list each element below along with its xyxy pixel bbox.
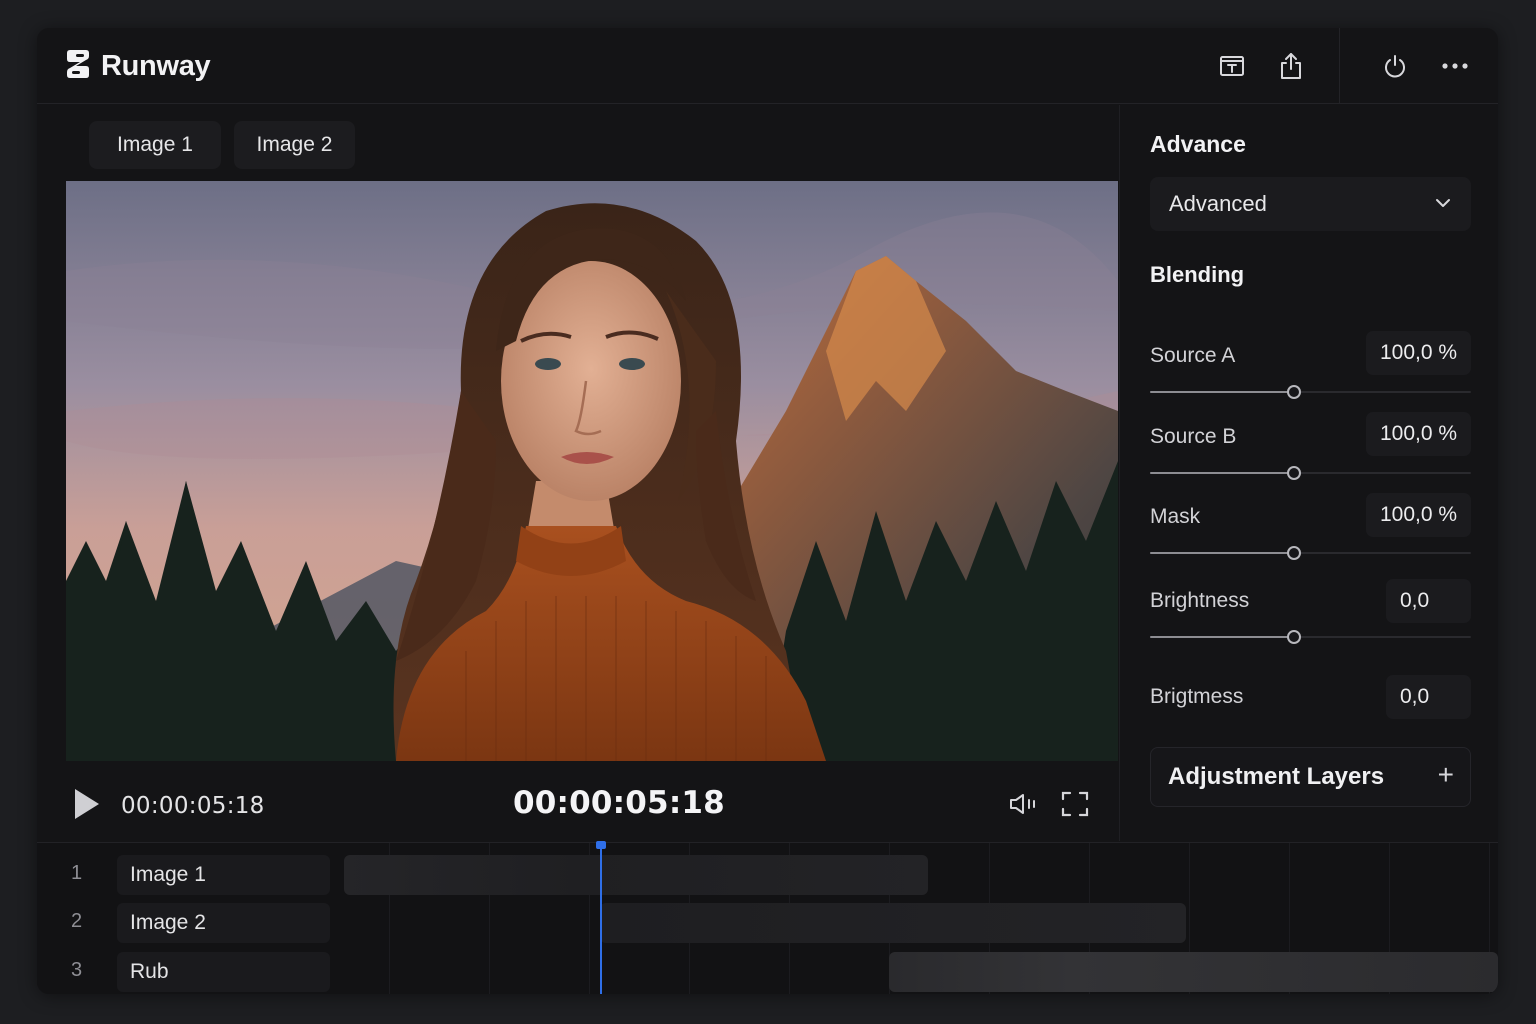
brigtmess-value-field[interactable]: 0,0 xyxy=(1386,675,1471,719)
timeline-clip[interactable] xyxy=(344,855,928,895)
slider-thumb[interactable] xyxy=(1287,385,1302,399)
app-window: Runway Image 1 Image 2 00:00:05:18 00:00… xyxy=(37,28,1498,994)
track-label[interactable]: Image 1 xyxy=(117,855,330,895)
slider-thumb[interactable] xyxy=(1287,546,1302,560)
more-icon[interactable] xyxy=(1440,51,1470,81)
chevron-down-icon xyxy=(1436,199,1450,207)
timeline-clip[interactable] xyxy=(889,952,1498,992)
mode-dropdown[interactable]: Advanced xyxy=(1150,177,1471,231)
playhead[interactable] xyxy=(596,841,606,994)
mask-slider[interactable] xyxy=(1150,545,1471,561)
adjustment-layers-button[interactable]: Adjustment Layers + xyxy=(1150,747,1471,807)
tab-image-1[interactable]: Image 1 xyxy=(89,121,221,169)
properties-sidebar: Advance Advanced Blending Source A 100,0… xyxy=(1119,105,1498,841)
header-divider xyxy=(1339,28,1340,104)
text-box-icon[interactable] xyxy=(1217,51,1247,81)
timeline: 1 Image 1 2 Image 2 3 Rub xyxy=(37,841,1498,994)
playhead-handle[interactable] xyxy=(596,841,606,849)
param-label-source-a: Source A xyxy=(1150,344,1236,367)
timeline-clip[interactable] xyxy=(600,903,1186,943)
power-icon[interactable] xyxy=(1380,51,1410,81)
volume-icon[interactable] xyxy=(1008,789,1040,819)
source-a-slider[interactable] xyxy=(1150,384,1471,400)
dropdown-value: Advanced xyxy=(1169,191,1267,216)
param-label-brigtmess: Brigtmess xyxy=(1150,685,1244,708)
brightness-value-field[interactable]: 0,0 xyxy=(1386,579,1471,623)
timecode-display: 00:00:05:18 xyxy=(513,785,725,821)
track-label[interactable]: Rub xyxy=(117,952,330,992)
source-b-slider[interactable] xyxy=(1150,465,1471,481)
header-bar: Runway xyxy=(37,28,1498,104)
add-icon[interactable]: + xyxy=(1438,759,1454,791)
source-b-value-field[interactable]: 100,0 % xyxy=(1366,412,1471,456)
blending-heading: Blending xyxy=(1150,262,1245,287)
param-label-mask: Mask xyxy=(1150,505,1201,528)
timecode-current: 00:00:05:18 xyxy=(121,793,265,819)
advance-heading: Advance xyxy=(1150,131,1246,157)
runway-logo-icon xyxy=(67,50,89,78)
app-title: Runway xyxy=(101,50,211,82)
mask-value-field[interactable]: 100,0 % xyxy=(1366,493,1471,537)
param-label-source-b: Source B xyxy=(1150,425,1237,448)
param-label-brightness: Brightness xyxy=(1150,589,1250,612)
track-number: 1 xyxy=(71,862,83,884)
main-area: Image 1 Image 2 00:00:05:18 00:00:05:18 xyxy=(37,105,1119,841)
video-preview[interactable] xyxy=(66,181,1118,761)
brightness-slider[interactable] xyxy=(1150,629,1471,645)
share-icon[interactable] xyxy=(1276,51,1306,81)
slider-thumb[interactable] xyxy=(1287,630,1302,644)
play-icon[interactable] xyxy=(73,787,101,821)
adjustment-layers-label: Adjustment Layers xyxy=(1168,763,1385,790)
fullscreen-icon[interactable] xyxy=(1059,789,1091,819)
playback-controls: 00:00:05:18 00:00:05:18 xyxy=(37,761,1119,841)
preview-image xyxy=(66,181,1118,761)
slider-thumb[interactable] xyxy=(1287,466,1302,480)
track-label[interactable]: Image 2 xyxy=(117,903,330,943)
track-number: 3 xyxy=(71,959,83,981)
tab-image-2[interactable]: Image 2 xyxy=(234,121,355,169)
source-a-value-field[interactable]: 100,0 % xyxy=(1366,331,1471,375)
track-number: 2 xyxy=(71,910,83,932)
